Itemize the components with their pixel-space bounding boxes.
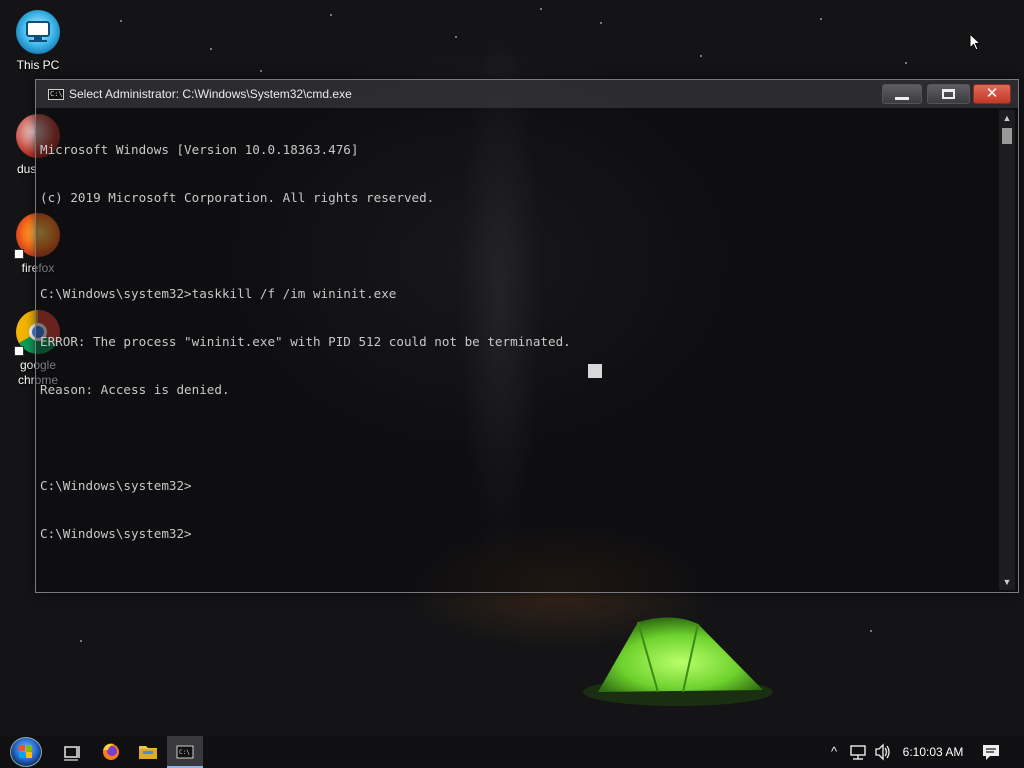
task-view-icon (64, 746, 80, 761)
show-hidden-icons-button[interactable]: ^ (826, 736, 842, 768)
window-titlebar[interactable]: C:\ Select Administrator: C:\Windows\Sys… (36, 80, 1018, 108)
network-button[interactable] (848, 736, 868, 768)
scroll-down-arrow-icon[interactable]: ▼ (999, 574, 1015, 590)
scroll-up-arrow-icon[interactable]: ▲ (999, 110, 1015, 126)
console-line: C:\Windows\system32>taskkill /f /im wini… (40, 286, 397, 301)
console-line: Microsoft Windows [Version 10.0.18363.47… (40, 142, 359, 157)
console-line: C:\Windows\system32> (40, 478, 192, 493)
shortcut-arrow-icon (14, 346, 24, 356)
desktop-icon-this-pc[interactable]: This PC (0, 10, 76, 73)
file-explorer-icon (139, 746, 157, 759)
volume-button[interactable] (873, 736, 893, 768)
notification-icon (983, 745, 999, 760)
vertical-scrollbar[interactable]: ▲ ▼ (999, 110, 1015, 590)
maximize-button[interactable] (927, 84, 970, 104)
close-button[interactable]: ✕ (973, 84, 1011, 104)
console-line: C:\Windows\system32> (40, 526, 192, 541)
windows-flag-icon (19, 745, 33, 758)
text-cursor-block (588, 364, 602, 378)
cmd-icon: C:\ (176, 745, 194, 759)
this-pc-icon (16, 10, 60, 54)
cmd-window[interactable]: C:\ Select Administrator: C:\Windows\Sys… (35, 79, 1019, 593)
taskbar-clock[interactable]: 6:10:03 AM (900, 736, 966, 768)
shortcut-arrow-icon (14, 249, 24, 259)
mouse-pointer-icon (969, 33, 981, 51)
taskbar-cmd-button[interactable]: C:\ (167, 736, 203, 768)
taskbar-firefox-button[interactable] (97, 736, 125, 768)
firefox-icon (103, 743, 119, 760)
scrollbar-thumb[interactable] (1002, 128, 1012, 144)
console-output[interactable]: Microsoft Windows [Version 10.0.18363.47… (40, 110, 1000, 590)
action-center-button[interactable] (978, 736, 1004, 768)
svg-text:C:\: C:\ (179, 749, 190, 756)
volume-icon (875, 743, 890, 761)
maximize-icon (942, 89, 955, 99)
console-line: (c) 2019 Microsoft Corporation. All righ… (40, 190, 435, 205)
close-icon: ✕ (985, 85, 999, 102)
desktop-icon-label: This PC (16, 58, 60, 72)
console-line: ERROR: The process "wininit.exe" with PI… (40, 334, 571, 349)
start-button[interactable] (6, 736, 46, 768)
window-title: Select Administrator: C:\Windows\System3… (69, 87, 352, 101)
task-view-button[interactable] (58, 736, 86, 768)
minimize-button[interactable] (882, 84, 922, 104)
taskbar: C:\ ^ 6:10:03 AM (0, 736, 1024, 768)
glowing-tent-image (583, 617, 773, 706)
cmd-app-icon[interactable]: C:\ (48, 89, 64, 100)
minimize-icon (895, 97, 909, 100)
taskbar-file-explorer-button[interactable] (134, 736, 162, 768)
network-icon (850, 745, 866, 760)
console-line: Reason: Access is denied. (40, 382, 230, 397)
